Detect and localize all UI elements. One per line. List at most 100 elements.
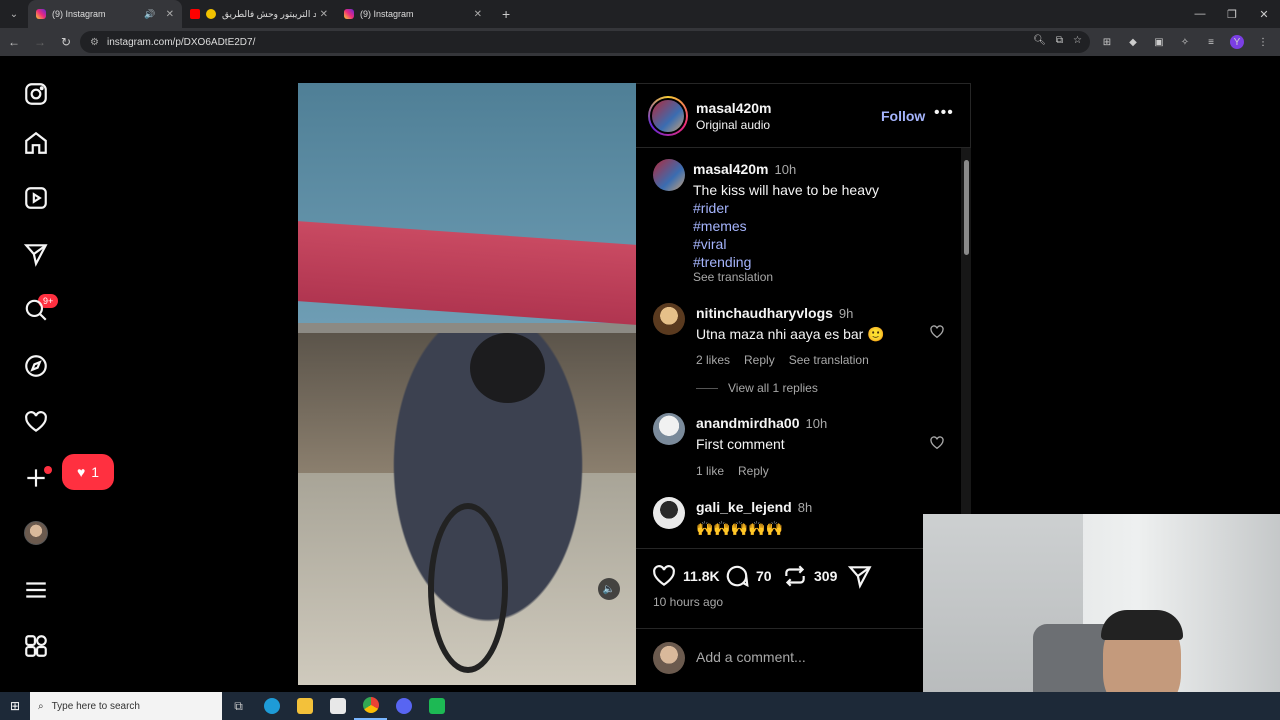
new-tab-button[interactable]: + [502,6,510,22]
see-translation-link[interactable]: See translation [693,270,943,284]
chrome-icon[interactable] [354,692,387,720]
app-icon[interactable] [387,692,420,720]
scrollbar-thumb[interactable] [964,160,969,255]
comment-username[interactable]: gali_ke_lejend [696,499,792,515]
restore-icon[interactable]: ❐ [1216,0,1248,28]
tab-youtube[interactable]: هاد التريبتور وحش فالطريق ✕ [182,0,336,28]
reload-icon[interactable]: ↻ [54,35,78,49]
media-icon[interactable]: ≡ [1204,35,1218,49]
back-icon[interactable]: ← [2,35,26,49]
close-tab-icon[interactable]: ✕ [320,9,328,20]
comment-username[interactable]: nitinchaudharyvlogs [696,305,833,321]
install-icon[interactable]: ⧉ [1056,35,1063,46]
comment-avatar[interactable] [653,497,685,529]
reply-button[interactable]: Reply [738,464,769,478]
instagram-sidebar: 9+ ♥ 1 [0,56,114,692]
like-notification-pill[interactable]: ♥ 1 [62,454,114,490]
notifications-heart-icon[interactable] [22,408,50,436]
also-from-meta-icon[interactable] [22,632,50,660]
close-window-icon[interactable]: ✕ [1248,0,1280,28]
video-frame-detail [470,333,545,403]
profile-nav-item[interactable] [22,519,50,547]
tab-instagram-2[interactable]: (9) Instagram ✕ [336,0,490,28]
windows-start-icon[interactable]: ⊞ [0,692,30,720]
close-tab-icon[interactable]: ✕ [474,9,482,20]
view-replies-text: View all 1 replies [728,381,818,395]
address-bar[interactable]: ⚙ instagram.com/p/DXO6ADtE2D7/ 🔍︎ ⧉ ☆ [80,31,1090,53]
browser-toolbar: ← → ↻ ⚙ instagram.com/p/DXO6ADtE2D7/ 🔍︎ … [0,28,1280,56]
edge-icon[interactable] [255,692,288,720]
author-username[interactable]: masal420m [696,100,772,116]
repost-icon [785,565,805,587]
tab-instagram-active[interactable]: (9) Instagram 🔊 ✕ [28,0,182,28]
post-actions: 11.8K 70 309 10 hours ago [636,548,971,628]
divider [696,387,718,389]
more-options-icon[interactable]: ••• [934,104,954,122]
puzzle-extensions-icon[interactable]: ✧ [1178,35,1192,49]
home-icon[interactable] [22,129,50,157]
comment-likes[interactable]: 2 likes [696,353,730,367]
comment-text: 🙌🙌🙌🙌🙌 [696,520,784,536]
kebab-menu-icon[interactable]: ⋮ [1256,35,1270,49]
reels-icon[interactable] [22,184,50,212]
caption: masal420m 10h The kiss will have to be he… [693,161,943,284]
share-action[interactable] [847,563,873,589]
diamond-extension-icon[interactable]: ◆ [1126,35,1140,49]
comment-text: Utna maza nhi aaya es bar 🙂 [696,326,885,342]
audio-link[interactable]: Original audio [696,118,770,132]
explore-icon[interactable] [22,352,50,380]
hashtag-link[interactable]: #viral [693,236,943,252]
hashtag-link[interactable]: #memes [693,218,943,234]
profile-avatar-icon[interactable]: Y [1230,35,1244,49]
hashtag-link[interactable]: #rider [693,200,943,216]
forward-icon[interactable]: → [28,35,52,49]
comment-avatar[interactable] [653,413,685,445]
comments-scrollbar[interactable] [961,148,971,548]
hashtag-link[interactable]: #trending [693,254,943,270]
zoom-icon[interactable]: 🔍︎ [1033,35,1046,46]
search-icon[interactable] [22,296,50,324]
comment-like-heart-icon[interactable] [929,324,945,340]
file-explorer-icon[interactable] [288,692,321,720]
app-icon[interactable] [420,692,453,720]
follow-button[interactable]: Follow [881,108,925,124]
caption-time: 10h [774,162,797,177]
caption-username[interactable]: masal420m [693,161,769,177]
instagram-logo-icon[interactable] [22,80,50,108]
see-translation-link[interactable]: See translation [789,353,869,367]
comment-username[interactable]: anandmirdha00 [696,415,799,431]
audio-toggle-icon[interactable]: 🔈 [598,578,620,600]
reply-button[interactable]: Reply [744,353,775,367]
speaker-icon[interactable]: 🔊 [144,9,155,20]
author-avatar[interactable] [648,96,688,136]
reel-video[interactable]: 🔈 [298,83,636,685]
view-replies-link[interactable]: View all 1 replies [696,381,818,395]
minimize-icon[interactable]: — [1184,0,1216,28]
comment-action[interactable]: 70 [724,563,772,589]
repost-action[interactable]: 309 [782,563,837,589]
caption-avatar[interactable] [653,159,685,191]
close-tab-icon[interactable]: ✕ [166,9,174,20]
instagram-favicon-icon [36,9,46,19]
tab-search-icon[interactable]: ⌄ [0,0,28,28]
comment-avatar[interactable] [653,303,685,335]
webcam-person-hair [1101,610,1183,640]
site-info-icon[interactable]: ⚙ [90,37,99,48]
avatar [24,521,48,545]
like-action[interactable]: 11.8K [651,563,720,589]
messages-icon[interactable] [22,240,50,268]
comment-item: nitinchaudharyvlogs 9h Utna maza nhi aaya… [696,305,926,367]
task-view-icon[interactable]: ⧉ [222,692,255,720]
comment-time: 8h [797,500,813,515]
extension-icon[interactable]: ▣ [1152,35,1166,49]
store-icon[interactable] [321,692,354,720]
translate-extension-icon[interactable]: ⊞ [1100,35,1114,49]
comment-like-heart-icon[interactable] [929,435,945,451]
create-plus-icon[interactable] [22,464,50,492]
menu-hamburger-icon[interactable] [22,576,50,604]
post-header: masal420m Original audio Follow ••• [636,84,971,148]
comment-likes[interactable]: 1 like [696,464,724,478]
taskbar-search[interactable]: ⌕ Type here to search [30,692,222,720]
bookmark-star-icon[interactable]: ☆ [1073,35,1082,46]
add-comment-input[interactable]: Add a comment... [696,649,806,665]
